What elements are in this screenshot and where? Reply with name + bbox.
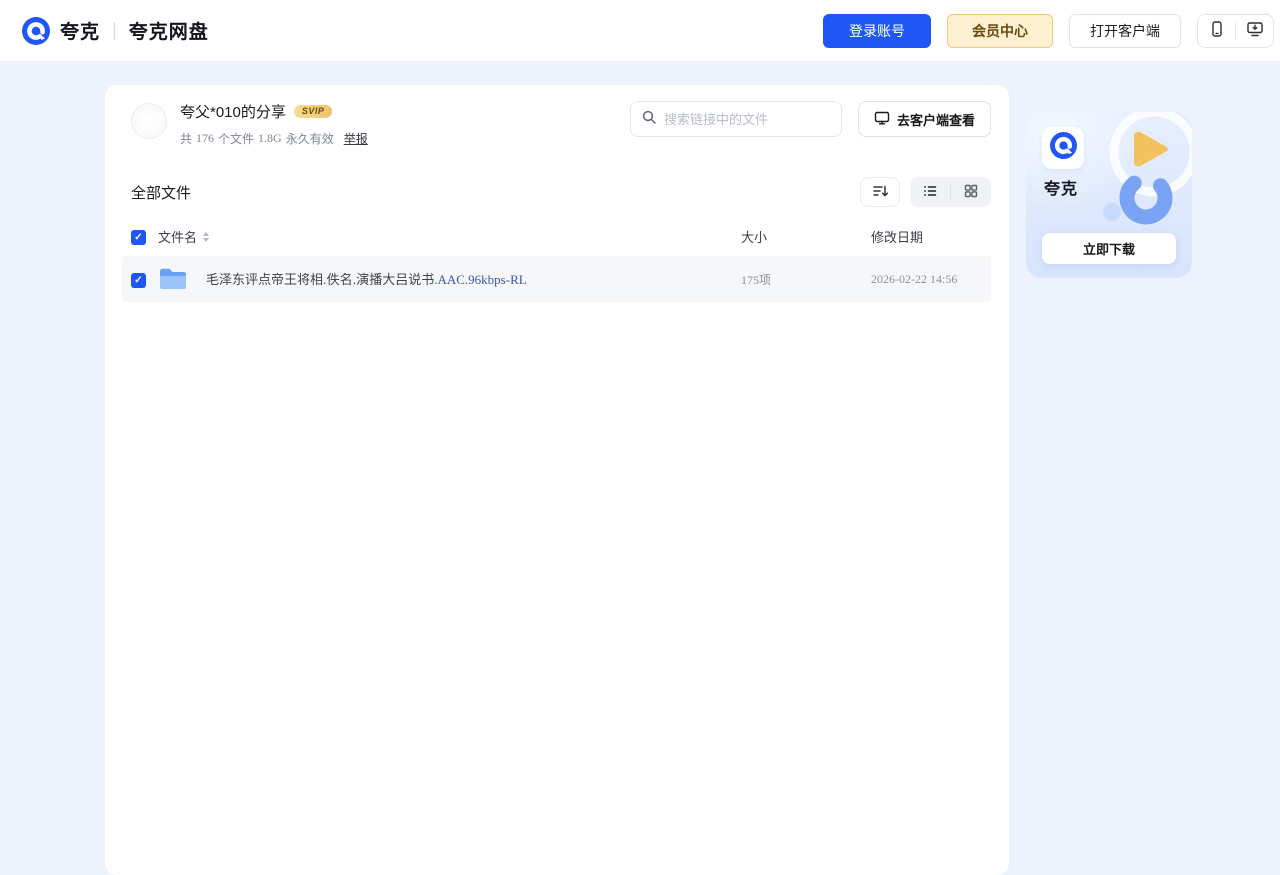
share-text-block: 夸父*010的分享 SVIP 共 176 个文件 1.8G 永久有效 举报 xyxy=(180,101,368,147)
grid-view-icon xyxy=(963,183,979,202)
row-check-cell xyxy=(131,270,146,289)
view-in-client-label: 去客户端查看 xyxy=(897,110,975,129)
table-header: 文件名 大小 修改日期 xyxy=(131,227,991,246)
select-all-checkbox[interactable] xyxy=(131,230,146,245)
svip-badge: SVIP xyxy=(294,105,333,118)
desktop-app-button[interactable] xyxy=(1236,15,1273,47)
grid-view-button[interactable] xyxy=(951,177,991,207)
share-meta-row: 共 176 个文件 1.8G 永久有效 举报 xyxy=(180,130,368,147)
view-in-client-button[interactable]: 去客户端查看 xyxy=(858,101,991,137)
share-title: 夸父*010的分享 xyxy=(180,101,286,122)
report-link[interactable]: 举报 xyxy=(344,130,368,147)
list-view-icon xyxy=(922,183,938,202)
app-download-group xyxy=(1197,14,1274,48)
quark-logo-icon xyxy=(1050,132,1077,164)
share-actions: 去客户端查看 xyxy=(630,101,991,137)
search-box xyxy=(630,101,842,137)
download-now-button[interactable]: 立即下载 xyxy=(1042,233,1176,264)
folder-icon xyxy=(158,267,188,291)
share-card: 夸父*010的分享 SVIP 共 176 个文件 1.8G 永久有效 举报 xyxy=(105,85,1009,875)
promo-brand: 夸克 xyxy=(1044,175,1078,199)
phone-icon xyxy=(1208,20,1226,41)
quark-logo-icon xyxy=(22,17,50,45)
file-name-cell: 毛泽东评点帝王将相.佚名.演播大吕说书.AAC.96kbps-RL xyxy=(158,267,741,291)
top-header: 夸克 | 夸克网盘 登录账号 会员中心 打开客户端 xyxy=(0,0,1280,62)
section-title: 全部文件 xyxy=(131,182,191,203)
meta-prefix: 共 xyxy=(180,130,192,147)
search-icon xyxy=(641,109,657,130)
meta-mid: 个文件 xyxy=(218,130,254,147)
select-all-cell xyxy=(131,228,146,246)
share-head: 夸父*010的分享 SVIP 共 176 个文件 1.8G 永久有效 举报 xyxy=(131,101,991,147)
column-size: 大小 xyxy=(741,227,871,246)
product-name: 夸克网盘 xyxy=(129,17,209,44)
monitor-download-icon xyxy=(1246,20,1264,41)
validity-text: 永久有效 xyxy=(286,130,334,147)
file-date: 2026-02-22 14:56 xyxy=(871,272,991,287)
column-date: 修改日期 xyxy=(871,227,991,246)
row-checkbox[interactable] xyxy=(131,273,146,288)
monitor-icon xyxy=(874,110,890,129)
file-name-ext: .AAC.96kbps-RL xyxy=(434,272,526,287)
share-info: 夸父*010的分享 SVIP 共 176 个文件 1.8G 永久有效 举报 xyxy=(131,101,368,147)
search-input[interactable] xyxy=(664,112,831,127)
file-name: 毛泽东评点帝王将相.佚名.演播大吕说书.AAC.96kbps-RL xyxy=(206,269,527,289)
brand-area: 夸克 | 夸克网盘 xyxy=(22,17,209,45)
file-name-main: 毛泽东评点帝王将相.佚名.演播大吕说书 xyxy=(206,272,434,287)
list-view-button[interactable] xyxy=(910,177,950,207)
promo-logo-tile xyxy=(1042,127,1084,169)
total-size: 1.8G xyxy=(258,131,282,146)
promo-card: 夸克 立即下载 xyxy=(1026,112,1192,278)
sort-button[interactable] xyxy=(860,177,900,207)
name-sort-carets xyxy=(203,232,209,242)
file-row[interactable]: 毛泽东评点帝王将相.佚名.演播大吕说书.AAC.96kbps-RL 175项 2… xyxy=(122,256,991,302)
open-client-button[interactable]: 打开客户端 xyxy=(1069,14,1181,48)
column-name-label: 文件名 xyxy=(158,227,197,246)
brand-name: 夸克 xyxy=(60,17,100,44)
avatar xyxy=(131,103,167,139)
view-controls xyxy=(860,177,991,207)
share-title-row: 夸父*010的分享 SVIP xyxy=(180,101,368,122)
file-size: 175项 xyxy=(741,271,871,288)
column-name[interactable]: 文件名 xyxy=(158,227,741,246)
vip-center-button[interactable]: 会员中心 xyxy=(947,14,1053,48)
view-mode-segmented xyxy=(910,177,991,207)
brand-divider: | xyxy=(112,20,117,41)
sort-icon xyxy=(871,182,889,203)
mobile-app-button[interactable] xyxy=(1198,15,1235,47)
header-actions: 登录账号 会员中心 打开客户端 xyxy=(823,14,1274,48)
promo-illustration-icon xyxy=(1070,112,1192,244)
file-count: 176 xyxy=(196,131,214,146)
login-button[interactable]: 登录账号 xyxy=(823,14,931,48)
files-toolbar: 全部文件 xyxy=(131,177,991,207)
